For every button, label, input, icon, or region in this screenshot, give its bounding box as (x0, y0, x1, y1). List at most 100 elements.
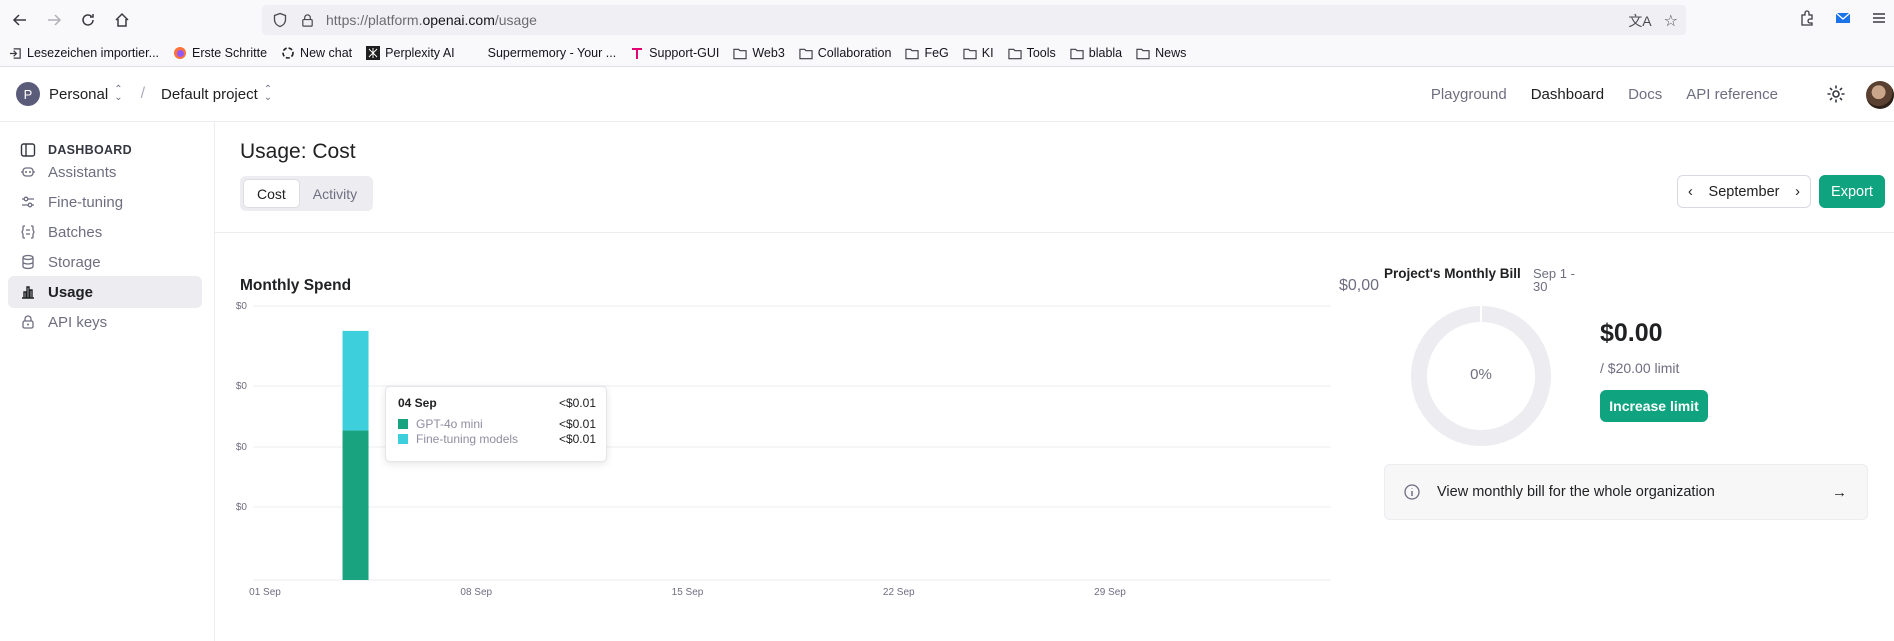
chevron-up-down-icon[interactable]: ⌃ ⌄ (264, 85, 272, 103)
y-tick-label: $0 (236, 442, 248, 453)
bookmark-label: Web3 (752, 46, 785, 60)
org-avatar[interactable]: P (16, 82, 40, 106)
monthly-spend-chart: $0 $0 $0 $0 01 Sep 08 Sep 15 Sep 22 Sep 29 Sep (236, 302, 1331, 598)
avatar[interactable] (1866, 81, 1894, 109)
chevron-up-down-icon[interactable]: ⌃ ⌄ (114, 85, 122, 103)
reload-icon[interactable] (74, 6, 102, 34)
extensions-icon[interactable] (1798, 9, 1816, 32)
tooltip-series-value: <$0.01 (558, 417, 596, 431)
chart-tooltip: 04 Sep <$0.01 GPT-4o mini <$0.01 Fine-tu… (385, 386, 607, 462)
back-icon[interactable] (6, 6, 34, 34)
month-picker: ‹ September › (1677, 175, 1811, 208)
forward-icon[interactable] (40, 6, 68, 34)
sidebar: DASHBOARD Assistants Fine-tuning Batches… (0, 122, 214, 641)
app-header: P Personal ⌃ ⌄ / Default project ⌃ ⌄ Playg… (0, 67, 1894, 122)
bookmark-item[interactable]: Perplexity AI (366, 46, 455, 60)
bar (342, 430, 369, 580)
bookmarks-bar: Lesezeichen importier... Erste Schritte Ne… (0, 40, 1894, 67)
legend-swatch-gpt4o-mini (398, 419, 408, 429)
bookmark-item[interactable]: Erste Schritte (173, 46, 267, 60)
monthly-spend-title: Monthly Spend (240, 277, 352, 294)
firefox-icon (173, 46, 187, 60)
x-tick-label: 01 Sep (249, 587, 281, 598)
y-tick-label: $0 (236, 502, 248, 513)
openai-icon (281, 46, 295, 60)
chevron-left-icon[interactable]: ‹ (1688, 184, 1693, 200)
folder-icon (963, 46, 977, 60)
bookmark-item[interactable]: News (1136, 46, 1186, 60)
sidebar-item-api-keys[interactable]: API keys (8, 306, 202, 338)
top-nav: Playground Dashboard Docs API reference (1431, 67, 1778, 122)
y-tick-label: $0 (236, 381, 248, 392)
breadcrumb-separator: / (140, 85, 146, 102)
browser-toolbar: https://platform.openai.com/usage 文A ☆ (0, 0, 1894, 40)
bookmark-item[interactable]: Support-GUI (630, 46, 719, 60)
translate-icon[interactable]: 文A (1628, 11, 1651, 31)
month-label[interactable]: September (1709, 184, 1780, 200)
bookmark-label: Support-GUI (649, 46, 720, 60)
star-icon[interactable]: ☆ (1664, 11, 1678, 31)
mail-icon[interactable] (1834, 9, 1852, 32)
sidebar-item-storage[interactable]: Storage (8, 246, 202, 278)
monthly-bill-title: Project's Monthly Bill (1384, 266, 1521, 281)
bookmark-item[interactable]: Supermemory - Your ... (469, 46, 617, 60)
bookmark-label: Lesezeichen importier... (27, 46, 160, 60)
bookmark-item[interactable]: FeG (905, 46, 949, 60)
export-button[interactable]: Export (1819, 175, 1885, 208)
bookmark-label: FeG (924, 46, 949, 60)
home-icon[interactable] (108, 6, 136, 34)
url-bar[interactable]: https://platform.openai.com/usage 文A ☆ (262, 5, 1686, 35)
shield-icon[interactable] (272, 11, 290, 29)
lock-icon (22, 315, 34, 329)
sidebar-item-batches[interactable]: Batches (8, 216, 202, 248)
bookmark-item[interactable]: Web3 (733, 46, 785, 60)
telekom-icon (630, 46, 644, 60)
robot-icon (21, 167, 35, 177)
bookmark-item[interactable]: New chat (281, 46, 352, 60)
bookmark-item[interactable]: blabla (1070, 46, 1122, 60)
main-content: Usage: Cost Cost Activity ‹ September › … (214, 122, 1894, 641)
tab-cost[interactable]: Cost (243, 179, 300, 208)
url-text[interactable]: https://platform.openai.com/usage (326, 12, 537, 28)
project-switcher[interactable]: Default project (161, 86, 258, 103)
lock-icon[interactable] (300, 11, 318, 29)
nav-docs[interactable]: Docs (1628, 86, 1662, 103)
divider (215, 232, 1894, 233)
nav-api-reference[interactable]: API reference (1686, 86, 1778, 103)
bookmark-label: Supermemory - Your ... (487, 46, 617, 60)
tooltip-series-name: Fine-tuning models (416, 432, 519, 446)
bill-limit: / $20.00 limit (1600, 360, 1680, 376)
x-tick-label: 29 Sep (1094, 587, 1126, 598)
bookmark-item[interactable]: KI (963, 46, 994, 60)
info-icon (1404, 484, 1420, 500)
import-icon (8, 46, 22, 60)
x-tick-label: 22 Sep (883, 587, 915, 598)
bookmark-label: Tools (1026, 46, 1056, 60)
y-tick-label: $0 (236, 302, 248, 312)
org-bill-link[interactable]: View monthly bill for the whole organiza… (1384, 464, 1868, 520)
chevron-right-icon[interactable]: › (1795, 184, 1800, 200)
database-icon (22, 254, 34, 270)
folder-icon (733, 46, 747, 60)
bookmark-label: Perplexity AI (385, 46, 455, 60)
sidebar-item-fine-tuning[interactable]: Fine-tuning (8, 186, 202, 218)
bookmark-item[interactable]: Lesezeichen importier... (8, 46, 159, 60)
sidebar-item-assistants[interactable]: Assistants (8, 156, 202, 188)
menu-icon[interactable] (1870, 9, 1888, 32)
bar-chart-icon (22, 286, 34, 299)
gear-icon[interactable] (1826, 84, 1846, 104)
nav-playground[interactable]: Playground (1431, 86, 1507, 103)
tooltip-total: <$0.01 (558, 396, 596, 410)
increase-limit-button[interactable]: Increase limit (1600, 390, 1708, 422)
braces-icon (21, 225, 35, 239)
page-title: Usage: Cost (240, 140, 356, 163)
nav-dashboard[interactable]: Dashboard (1531, 86, 1604, 103)
sidebar-item-usage[interactable]: Usage (8, 276, 202, 308)
tooltip-series-value: <$0.01 (558, 432, 596, 446)
bookmark-item[interactable]: Collaboration (799, 46, 892, 60)
bookmark-label: Collaboration (817, 46, 892, 60)
org-switcher[interactable]: Personal (49, 86, 108, 103)
tab-activity[interactable]: Activity (300, 179, 370, 208)
bookmark-item[interactable]: Tools (1007, 46, 1056, 60)
tooltip-date: 04 Sep (398, 396, 437, 410)
